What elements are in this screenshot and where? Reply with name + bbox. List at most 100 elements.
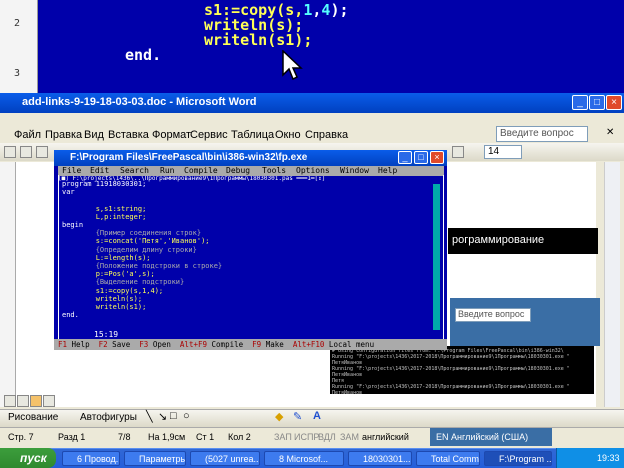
status-overwrite[interactable]: ЗАМ (340, 432, 359, 442)
code-line-writeln-s1: writeln(s1); (204, 31, 313, 49)
fp-code-line: s1:=copy(s,1,4); (62, 286, 164, 295)
fp-menu-debug[interactable]: Debug (226, 166, 250, 175)
fkey-label[interactable]: Help (67, 340, 99, 349)
vertical-ruler: 2 3 (0, 0, 38, 93)
task-explorer[interactable]: 6 Провод... (62, 451, 120, 466)
fkey-name: F1 (58, 340, 68, 349)
task-word[interactable]: 8 Microsof... (264, 451, 344, 466)
font-color-icon[interactable]: A (313, 410, 321, 422)
ask-question-input[interactable]: Введите вопрос (496, 126, 588, 142)
open-icon[interactable] (20, 146, 32, 158)
task-settings[interactable]: Параметры... (124, 451, 186, 466)
rectangle-icon[interactable]: □ (170, 410, 177, 422)
word-title-bar[interactable]: add-links-9-19-18-03-03.doc - Microsoft … (0, 93, 624, 113)
fp-menu-file[interactable]: File (62, 166, 81, 175)
font-size-select[interactable]: 14 (484, 145, 522, 159)
line-icon[interactable]: ╲ (146, 410, 153, 423)
ruler-mark: 3 (14, 68, 21, 79)
fkey-name: F2 (98, 340, 108, 349)
fp-close-button[interactable]: × (430, 151, 444, 164)
fp-menu-edit[interactable]: Edit (90, 166, 109, 175)
fkey-label[interactable]: Make (261, 340, 293, 349)
fp-menu-run[interactable]: Run (160, 166, 174, 175)
status-page: Стр. 7 (8, 432, 34, 442)
clock: 19:33 (597, 453, 620, 463)
menu-table[interactable]: Таблица (231, 129, 274, 141)
fp-window-title: F:\Program Files\FreePascal\bin\i386-win… (70, 152, 308, 163)
fp-maximize-button[interactable]: □ (414, 151, 428, 164)
autoshapes-menu[interactable]: Автофигуры (80, 412, 137, 423)
new-document-icon[interactable] (4, 146, 16, 158)
fp-menu-search[interactable]: Search (120, 166, 149, 175)
code-symbol: ); (330, 1, 349, 19)
fp-code-line: p:=Pos('a',s); (62, 270, 155, 279)
status-rec[interactable]: ЗАП (274, 432, 292, 442)
status-column: Кол 2 (228, 432, 251, 442)
fkey-name: F9 (252, 340, 262, 349)
fp-menu-help[interactable]: Help (378, 166, 397, 175)
fp-function-keys: F1 Help F2 Save F3 Open Alt+F9 Compile F… (54, 339, 447, 350)
fp-scrollbar[interactable] (433, 184, 440, 330)
console-output: # Using configuration files from: F:\Pro… (330, 346, 594, 394)
fp-code-line: s:=concat('Петя','Иванов'); (62, 237, 210, 246)
fp-code-line (62, 196, 412, 204)
fp-code-line: program 11918030301; (62, 180, 147, 188)
fp-menu-window[interactable]: Window (340, 166, 369, 175)
vertical-scrollbar[interactable] (604, 162, 620, 407)
save-icon[interactable] (36, 146, 48, 158)
start-button[interactable]: пуск (0, 448, 56, 468)
normal-view-icon[interactable] (4, 395, 16, 407)
fp-code-line: L:=length(s); (62, 253, 151, 262)
status-extend[interactable]: ВДЛ (318, 432, 336, 442)
system-tray: 19:33 (556, 448, 624, 468)
fp-code-line: var (62, 188, 75, 197)
task-browser[interactable]: (5027 unrea... (190, 451, 260, 466)
close-button[interactable]: × (606, 95, 622, 110)
minimize-button[interactable]: _ (572, 95, 588, 110)
fp-code-line: {Пример соединения строк} (62, 229, 202, 238)
ruler-mark: 2 (14, 18, 21, 29)
maximize-button[interactable]: □ (589, 95, 605, 110)
menu-edit[interactable]: Правка (45, 129, 82, 141)
line-color-icon[interactable]: ✎ (293, 410, 302, 423)
fkey-name: F3 (139, 340, 149, 349)
language-bar[interactable]: EN Английский (США) (430, 428, 552, 446)
task-file[interactable]: 18030301... (348, 451, 412, 466)
inner-ask-input[interactable]: Введите вопрос (455, 308, 531, 322)
fkey-label[interactable]: Local menu (324, 340, 374, 349)
fp-code-line: s,s1:string; (62, 204, 147, 213)
fkey-label[interactable]: Save (108, 340, 140, 349)
menu-view[interactable]: Вид (84, 129, 104, 141)
menu-file[interactable]: Файл (14, 129, 41, 141)
draw-menu[interactable]: Рисование (8, 412, 58, 423)
fkey-name: Alt+F9 (179, 340, 208, 349)
style-icon[interactable] (452, 146, 464, 158)
fkey-label[interactable]: Compile (207, 340, 252, 349)
outline-view-icon[interactable] (43, 395, 55, 407)
fp-code-editor[interactable]: program 11918030301; var s,s1:string; L,p… (62, 180, 412, 319)
fp-menu-options[interactable]: Options (296, 166, 330, 175)
fp-menu-tools[interactable]: Tools (262, 166, 286, 175)
oval-icon[interactable]: ○ (183, 410, 190, 422)
status-track[interactable]: ИСПР (294, 432, 319, 442)
web-view-icon[interactable] (17, 395, 29, 407)
print-view-icon[interactable] (30, 395, 42, 407)
task-total-commander[interactable]: Total Comm... (416, 451, 480, 466)
task-fp[interactable]: F:\Program ... (484, 451, 552, 466)
close-doc-icon[interactable]: ✕ (606, 127, 614, 138)
menu-window[interactable]: Окно (275, 129, 301, 141)
menu-tools[interactable]: Сервис (190, 129, 228, 141)
fp-menu-compile[interactable]: Compile (184, 166, 218, 175)
fkey-name: Alt+F10 (292, 340, 325, 349)
menu-insert[interactable]: Вставка (108, 129, 149, 141)
fkey-label[interactable]: Open (148, 340, 180, 349)
inner-help-panel: Введите вопрос (450, 298, 600, 346)
fp-minimize-button[interactable]: _ (398, 151, 412, 164)
fp-title-bar[interactable]: F:\Program Files\FreePascal\bin\i386-win… (54, 150, 447, 166)
menu-help[interactable]: Справка (305, 129, 348, 141)
menu-format[interactable]: Формат (152, 129, 191, 141)
language-name: Английский (США) (451, 432, 529, 442)
arrow-icon[interactable]: ↘ (158, 410, 167, 423)
fp-code-line: begin (62, 221, 84, 230)
fill-color-icon[interactable]: ◆ (275, 410, 283, 423)
